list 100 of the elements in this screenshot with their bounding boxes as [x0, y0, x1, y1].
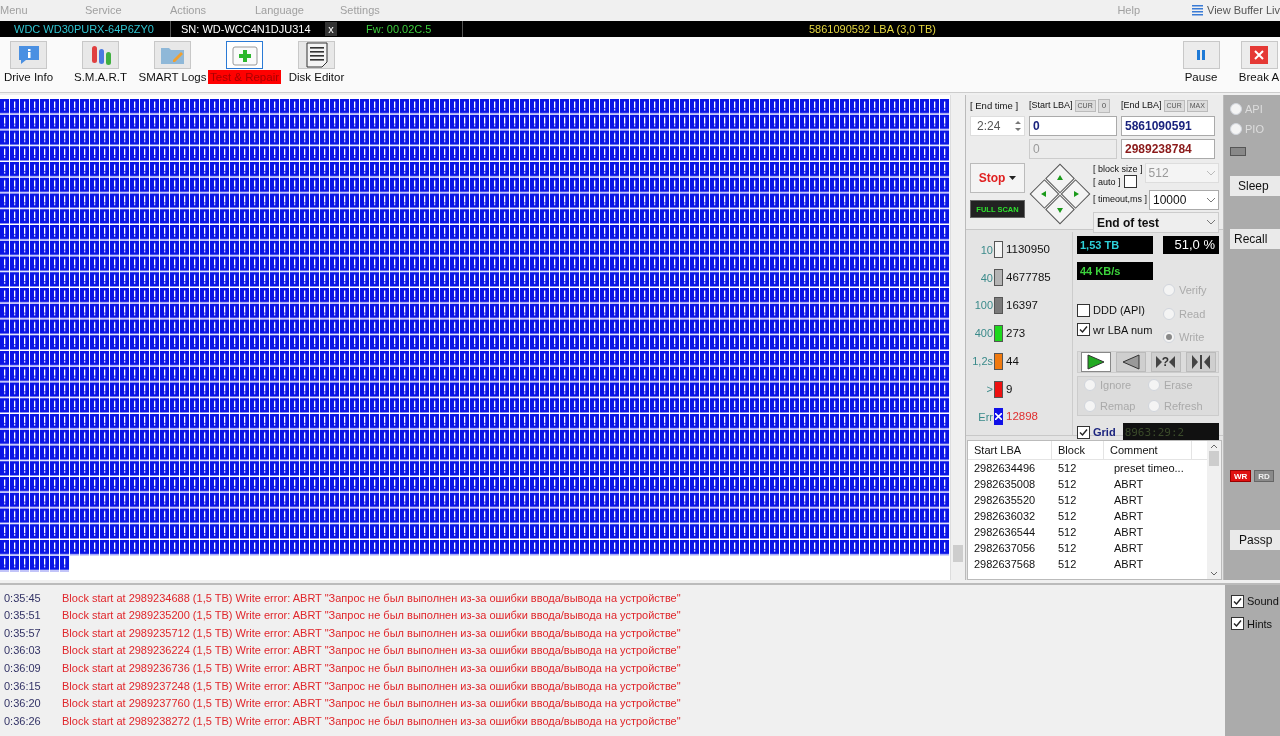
end-time-label: [ End time ]	[970, 99, 1020, 113]
log-time: 0:36:26	[3, 713, 42, 729]
threshold-label: 1,2s	[971, 354, 993, 370]
column-header[interactable]: Comment	[1104, 441, 1192, 459]
count-label: 16397	[1006, 298, 1038, 313]
table-cell-text: ABRT	[1113, 524, 1145, 540]
right-triangle-icon	[1155, 355, 1162, 368]
table-cell-text: 512	[1057, 524, 1078, 540]
checkbox[interactable]	[1231, 594, 1244, 608]
spinner-arrows-icon	[1014, 119, 1022, 134]
end-lba-field[interactable]: 5861090591	[1121, 115, 1215, 136]
transport-button[interactable]	[1115, 351, 1146, 372]
count-label: 1130950	[1006, 242, 1050, 258]
toolbar-tab[interactable]: SMART Logs	[136, 41, 209, 84]
table-cell-text: 2982635008	[973, 476, 1037, 492]
x-mark-icon	[995, 413, 1002, 421]
checkbox[interactable]	[1077, 303, 1090, 317]
zero-button[interactable]: 0	[1097, 99, 1111, 113]
radio-button[interactable]	[1230, 123, 1242, 135]
log-option-label: Sound	[1247, 594, 1279, 609]
close-icon	[1250, 46, 1268, 64]
toolbar-tab[interactable]: Disk Editor	[280, 41, 353, 84]
log-time: 0:36:03	[3, 643, 42, 659]
option-label: wr LBA num	[1093, 322, 1153, 338]
toolbar-tab[interactable]: S.M.A.R.T	[64, 41, 137, 84]
log-time: 0:35:51	[3, 608, 42, 624]
log-message: Block start at 2989235200 (1,5 TB) Write error: ABRT "Запрос не был выполнен из-за ошибки ввода/вывода на устройстве"	[62, 608, 681, 624]
table-cell-text: 512	[1057, 460, 1078, 476]
start-lba-field[interactable]: 0	[1029, 116, 1117, 136]
capacity-label: 5861090592 LBA (3,0 TB)	[808, 21, 937, 37]
percent-display: 51,0 %	[1163, 236, 1219, 254]
direction-pad[interactable]	[1029, 163, 1091, 225]
count-label: 9	[1006, 381, 1013, 397]
radio-button[interactable]	[1230, 103, 1242, 115]
table-cell-text: 512	[1057, 508, 1078, 524]
scrollbar-thumb[interactable]	[1209, 451, 1219, 466]
column-header[interactable]: Start LBA	[968, 441, 1052, 459]
passp-button[interactable]: Passp	[1230, 530, 1280, 550]
threshold-label: Err	[977, 409, 993, 425]
timeout-label: [ timeout,ms ]	[1093, 193, 1147, 207]
scrollbar-thumb[interactable]	[953, 545, 963, 562]
transport-button[interactable]	[1185, 351, 1216, 372]
auto-label: [ auto ]	[1093, 175, 1121, 188]
column-header[interactable]: Block	[1052, 441, 1104, 459]
table-cell-text: ABRT	[1113, 508, 1145, 524]
count-label: 12898	[1006, 409, 1038, 425]
chevron-icon	[1207, 197, 1215, 203]
start-lba-label: [Start LBA]	[1029, 99, 1073, 113]
transport-button[interactable]	[1080, 351, 1111, 372]
checkbox[interactable]	[1077, 323, 1090, 337]
table-scrollbar[interactable]	[1207, 441, 1221, 579]
sleep-button[interactable]: Sleep	[1230, 176, 1280, 196]
threshold-label: 40	[979, 270, 993, 286]
count-label: 44	[1006, 353, 1019, 369]
table-cell-text: preset timeo...	[1113, 460, 1185, 476]
table-cell-text: 2982635520	[973, 492, 1037, 508]
threshold-label: >	[985, 381, 993, 397]
close-button[interactable]: x	[325, 22, 337, 36]
timeout-select[interactable]: 10000	[1149, 190, 1219, 210]
table-cell-text: ABRT	[1113, 476, 1145, 492]
end-action-select[interactable]: End of test	[1093, 212, 1219, 233]
checkbox[interactable]	[1123, 175, 1137, 188]
table-cell-text: 512	[1057, 476, 1078, 492]
play-icon	[1086, 353, 1105, 370]
recall-button[interactable]: Recall	[1230, 229, 1280, 249]
table-cell-text: 2982636544	[973, 524, 1037, 540]
table-cell-text: ABRT	[1113, 556, 1145, 572]
block-size-label: [ block size ]	[1093, 163, 1143, 175]
stop-button[interactable]: Stop	[970, 163, 1025, 194]
log-option-label: Hints	[1247, 616, 1273, 632]
checkbox[interactable]	[1077, 425, 1090, 439]
toolbar-button[interactable]: Pause	[1176, 41, 1226, 84]
end-time-spinner[interactable]: 2:24	[970, 116, 1025, 137]
checkbox[interactable]	[1231, 617, 1244, 631]
pause-icon	[1195, 49, 1207, 61]
seek-label: ?	[1161, 355, 1170, 368]
firmware-version: Fw: 00.02C.5	[365, 21, 433, 37]
threshold-label: 100	[973, 298, 993, 314]
skip-to-end-icon	[1190, 354, 1211, 369]
vertical-scrollbar[interactable]	[950, 95, 965, 580]
mode-label: Verify	[1179, 283, 1207, 298]
grid-label: Grid	[1093, 424, 1116, 440]
log-message: Block start at 2989236224 (1,5 TB) Write error: ABRT "Запрос не был выполнен из-за ошибки ввода/вывода на устройстве"	[62, 643, 681, 659]
log-time: 0:35:45	[3, 590, 42, 606]
view-buffer-button[interactable]: View Buffer Liv	[1192, 2, 1280, 19]
transport-button[interactable]: ?	[1150, 351, 1181, 372]
current-lba-field[interactable]: 2989238784	[1121, 138, 1215, 159]
threshold-label: 400	[973, 326, 993, 342]
indicator-icon	[1230, 147, 1246, 156]
drive-model: WDC WD30PURX-64P6ZY0	[13, 21, 155, 37]
count-label: 273	[1006, 325, 1026, 341]
table-cell-text: 2982637568	[973, 556, 1037, 572]
table-cell-text: 2982634496	[973, 460, 1037, 476]
log-time: 0:35:57	[3, 625, 42, 641]
table-cell-text: 2982637056	[973, 540, 1037, 556]
caret-icon	[1009, 176, 1017, 181]
mode-label: Write	[1179, 330, 1205, 345]
chevron-icon	[1207, 220, 1215, 225]
list-icon	[1192, 5, 1204, 16]
toolbar-tab[interactable]: Drive Info	[0, 41, 65, 84]
